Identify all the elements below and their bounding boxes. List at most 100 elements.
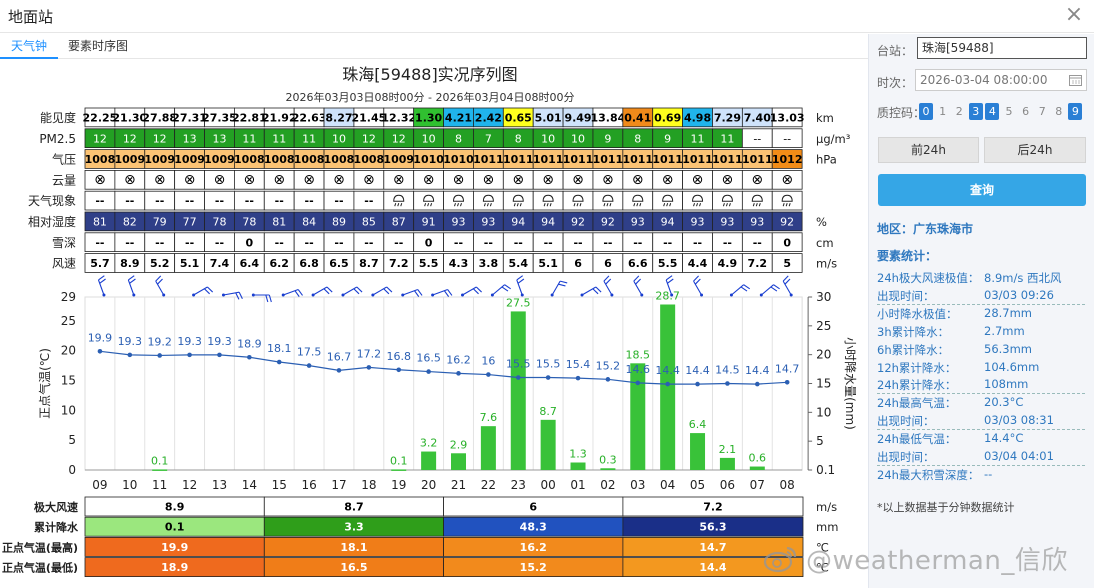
row-3-value: ⊗ bbox=[483, 172, 495, 188]
row-3-value: ⊗ bbox=[333, 172, 345, 188]
tab-weather-clock[interactable]: 天气钟 bbox=[0, 34, 58, 59]
row-0-value: 1.30 bbox=[415, 112, 442, 125]
tab-element-timeseries[interactable]: 要素时序图 bbox=[68, 34, 128, 59]
row-5-value: 93 bbox=[631, 216, 645, 229]
row-3-value: ⊗ bbox=[542, 172, 554, 188]
precip-bar bbox=[421, 451, 437, 470]
hour-tick: 07 bbox=[750, 478, 765, 492]
qc-code-4[interactable]: 4 bbox=[985, 103, 1000, 120]
y-left-tick: 10 bbox=[61, 403, 76, 417]
row-3-value: ⊗ bbox=[184, 172, 196, 188]
station-input[interactable]: 珠海[59488] bbox=[917, 37, 1087, 59]
row-4-value: -- bbox=[155, 195, 164, 208]
row-4-value: -- bbox=[125, 195, 134, 208]
summary-value: 6 bbox=[529, 501, 537, 514]
row-7-value: 5.7 bbox=[90, 257, 110, 270]
summary-unit-1: mm bbox=[816, 520, 838, 534]
wind-barb-icon bbox=[461, 286, 482, 297]
row-7-value: 4.3 bbox=[449, 257, 469, 270]
temperature-value-label: 14.6 bbox=[626, 363, 651, 376]
temperature-point bbox=[635, 380, 641, 386]
row-4-cell bbox=[562, 190, 594, 211]
row-7-value: 5.2 bbox=[150, 257, 170, 270]
row-5-value: 93 bbox=[750, 216, 764, 229]
temperature-point bbox=[695, 381, 700, 387]
row-7-value: 5 bbox=[783, 257, 791, 270]
window-title: 地面站 bbox=[8, 8, 54, 26]
row-1-value: 10 bbox=[541, 132, 555, 145]
row-4-cell bbox=[622, 190, 654, 211]
row-5-value: 91 bbox=[422, 216, 436, 229]
prev-24h-button[interactable]: 前24h bbox=[878, 137, 979, 163]
qc-code-9[interactable]: 9 bbox=[1068, 103, 1083, 120]
row-6-value: -- bbox=[95, 236, 104, 249]
station-window: 地面站 × 天气钟 要素时序图 珠海[59488]实况序列图 2026年03月03… bbox=[0, 0, 1094, 588]
y-right-tick: 0.1 bbox=[816, 463, 835, 477]
row-6-value: -- bbox=[275, 236, 284, 249]
qc-code-3[interactable]: 3 bbox=[968, 103, 983, 120]
hour-tick: 23 bbox=[511, 478, 526, 492]
row-5-value: 82 bbox=[123, 216, 137, 229]
temperature-point bbox=[545, 375, 551, 380]
hour-tick: 05 bbox=[690, 478, 705, 492]
hour-tick: 13 bbox=[212, 478, 227, 492]
qc-code-5[interactable]: 5 bbox=[1002, 103, 1016, 120]
row-2-value: 1011 bbox=[622, 153, 653, 166]
calendar-icon[interactable] bbox=[1069, 74, 1082, 86]
row-label-6: 雪深 bbox=[52, 236, 76, 250]
stat-row: 24h极大风速极值： 8.9m/s 西北风 bbox=[877, 270, 1085, 287]
row-1-value: 11 bbox=[691, 132, 705, 145]
row-2-value: 1009 bbox=[115, 153, 146, 166]
precip-value-label: 18.5 bbox=[626, 348, 651, 361]
qc-code-6[interactable]: 6 bbox=[1019, 103, 1033, 120]
row-2-value: 1011 bbox=[742, 153, 773, 166]
row-6-value: -- bbox=[305, 236, 314, 249]
temperature-point bbox=[127, 352, 133, 358]
qc-code-2[interactable]: 2 bbox=[952, 103, 966, 120]
hour-tick: 04 bbox=[660, 478, 675, 492]
row-7-value: 8.7 bbox=[359, 257, 379, 270]
row-6-value: -- bbox=[185, 236, 194, 249]
precip-value-label: 27.5 bbox=[506, 296, 531, 309]
temperature-point bbox=[755, 381, 760, 387]
temperature-value-label: 14.4 bbox=[745, 364, 770, 377]
time-input[interactable]: 2026-03-04 08:00:00 bbox=[915, 69, 1087, 91]
temperature-point bbox=[97, 348, 103, 354]
row-5-value: 93 bbox=[720, 216, 734, 229]
qc-code-7[interactable]: 7 bbox=[1035, 103, 1049, 120]
qc-code-8[interactable]: 8 bbox=[1052, 103, 1066, 120]
row-7-value: 6 bbox=[574, 257, 582, 270]
next-24h-button[interactable]: 后24h bbox=[984, 137, 1086, 163]
row-4-value: -- bbox=[245, 195, 254, 208]
row-6-value: -- bbox=[544, 236, 553, 249]
qc-code-1[interactable]: 1 bbox=[936, 103, 950, 120]
close-icon[interactable]: × bbox=[1063, 3, 1085, 27]
row-4-cell bbox=[443, 190, 474, 211]
query-button[interactable]: 查询 bbox=[878, 174, 1086, 206]
row-7-value: 5.5 bbox=[419, 257, 439, 270]
precip-value-label: 2.9 bbox=[450, 438, 468, 451]
stat-row: 24h最低气温： 14.4°C bbox=[877, 431, 1085, 448]
temperature-value-label: 16.5 bbox=[416, 352, 441, 365]
temperature-point bbox=[336, 368, 342, 373]
row-7-value: 7.2 bbox=[389, 257, 409, 270]
summary-value: 16.5 bbox=[340, 561, 367, 574]
row-4-value: -- bbox=[185, 195, 194, 208]
row-3-value: ⊗ bbox=[363, 172, 375, 188]
qc-code-0[interactable]: 0 bbox=[919, 103, 933, 120]
row-0-value: 8.27 bbox=[325, 112, 352, 125]
wind-barb-icon bbox=[693, 275, 704, 297]
row-6-value: -- bbox=[125, 236, 134, 249]
title-bar: 地面站 × bbox=[0, 0, 1094, 33]
temperature-value-label: 16.7 bbox=[327, 350, 352, 363]
hour-tick: 17 bbox=[331, 478, 346, 492]
hour-tick: 14 bbox=[242, 478, 257, 492]
stat-row: 出现时间： 03/03 08:31 bbox=[877, 413, 1085, 431]
summary-value: 18.1 bbox=[340, 541, 367, 554]
row-0-value: 2.42 bbox=[475, 112, 502, 125]
wind-barb-icon bbox=[490, 284, 511, 297]
y-left-tick: 5 bbox=[68, 433, 76, 447]
station-chart: 珠海[59488]实况序列图 2026年03月03日08时00分 - 2026年0… bbox=[2, 65, 857, 577]
precip-bar bbox=[451, 453, 466, 470]
row-5-value: 93 bbox=[691, 216, 705, 229]
